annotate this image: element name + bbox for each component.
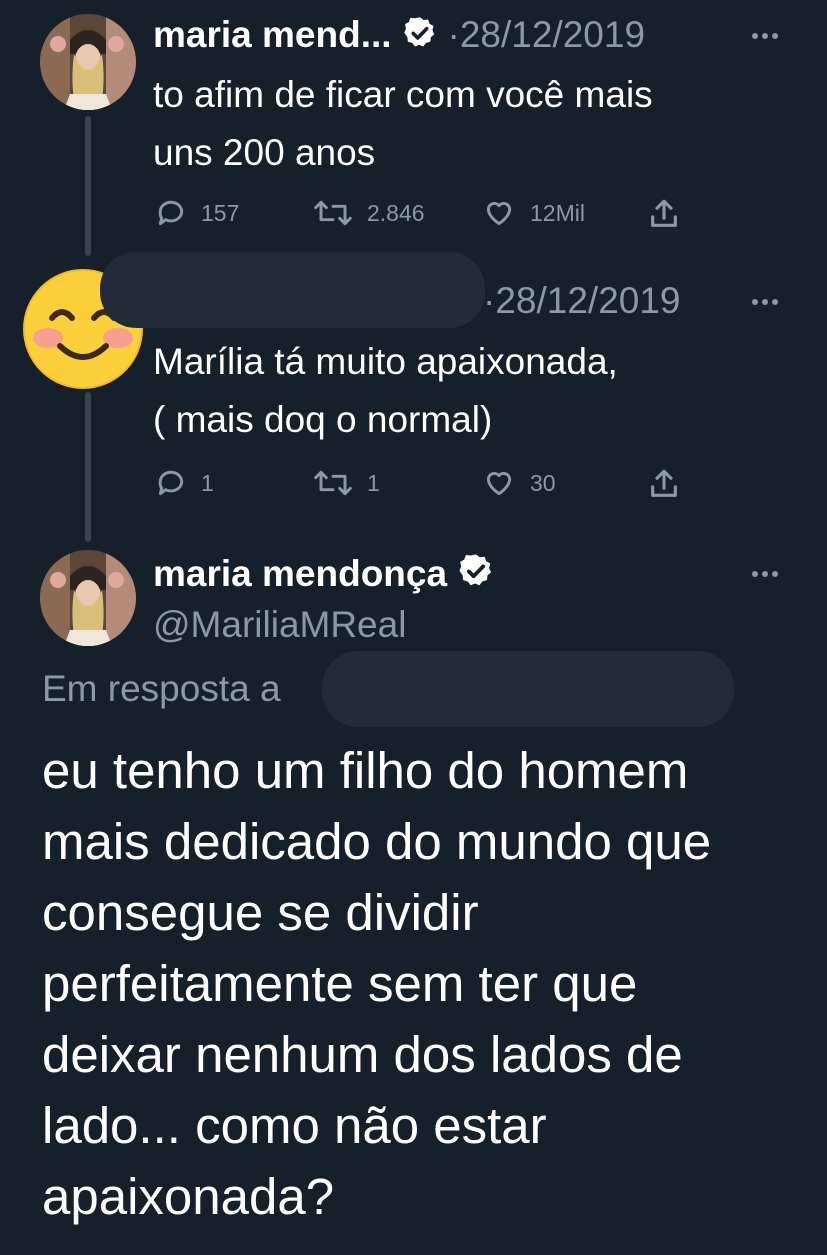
tweet-text-line: ( mais doq o normal) [153, 399, 493, 440]
retweet-icon [314, 470, 352, 496]
reply-count: 157 [201, 199, 240, 226]
tweet-date[interactable]: ·28/12/2019 [448, 14, 646, 56]
tweet-text-line: apaixonada? [42, 1168, 335, 1225]
retweet-button[interactable]: 2.846 [313, 197, 425, 229]
main-tweet-text: eu tenho um filho do homem mais dedicado… [42, 735, 812, 1232]
verified-badge-icon [457, 552, 495, 595]
tweet-text-line: eu tenho um filho do homem [42, 742, 689, 799]
retweet-count: 2.846 [367, 199, 425, 226]
share-button[interactable] [647, 467, 681, 501]
verified-badge-icon [402, 15, 438, 56]
tweet-text-line: mais dedicado do mundo que [42, 813, 712, 870]
thread-line [85, 392, 91, 542]
reply-icon [158, 470, 184, 496]
share-icon [651, 199, 677, 227]
like-count: 30 [530, 469, 556, 496]
retweet-count: 1 [367, 469, 380, 496]
tweet-text-line: Marília tá muito apaixonada, [153, 341, 618, 382]
retweet-button[interactable]: 1 [313, 467, 380, 499]
author-handle[interactable]: @MariliaMReal [153, 604, 406, 646]
heart-icon [486, 201, 512, 226]
tweet-text-line: perfeitamente sem ter que [42, 955, 638, 1012]
author-name[interactable]: maria mend... [153, 14, 392, 56]
more-options-icon[interactable] [752, 33, 778, 39]
tweet-text-line: uns 200 anos [153, 132, 376, 173]
like-count: 12Mil [530, 199, 585, 226]
like-button[interactable]: 12Mil [482, 197, 585, 229]
retweet-icon [314, 200, 352, 226]
tweet-text-line: lado... como não estar [42, 1097, 547, 1154]
tweet-text-line: to afim de ficar com você mais [153, 74, 653, 115]
tweet-text: Marília tá muito apaixonada, ( mais doq … [153, 333, 793, 449]
reply-to-label: Em resposta a [42, 668, 281, 709]
tweet-text: to afim de ficar com você mais uns 200 a… [153, 66, 793, 182]
redacted-reply-recipient [322, 651, 734, 727]
reply-button[interactable]: 157 [155, 197, 239, 229]
share-icon [651, 469, 677, 497]
reply-button[interactable]: 1 [155, 467, 214, 499]
tweet-date[interactable]: ·28/12/2019 [483, 280, 681, 322]
more-options-icon[interactable] [752, 299, 778, 305]
more-options-icon[interactable] [752, 571, 778, 577]
reply-icon [158, 200, 184, 226]
author-name[interactable]: maria mendonça [153, 553, 447, 595]
tweet-text-line: deixar nenhum dos lados de [42, 1026, 683, 1083]
thread-line [85, 116, 91, 256]
like-button[interactable]: 30 [482, 467, 556, 499]
reply-count: 1 [201, 469, 214, 496]
heart-icon [486, 471, 512, 496]
avatar[interactable] [40, 550, 136, 646]
redacted-author-name [100, 252, 485, 328]
share-button[interactable] [647, 197, 681, 231]
avatar[interactable] [40, 14, 136, 110]
tweet-text-line: consegue se dividir [42, 884, 479, 941]
